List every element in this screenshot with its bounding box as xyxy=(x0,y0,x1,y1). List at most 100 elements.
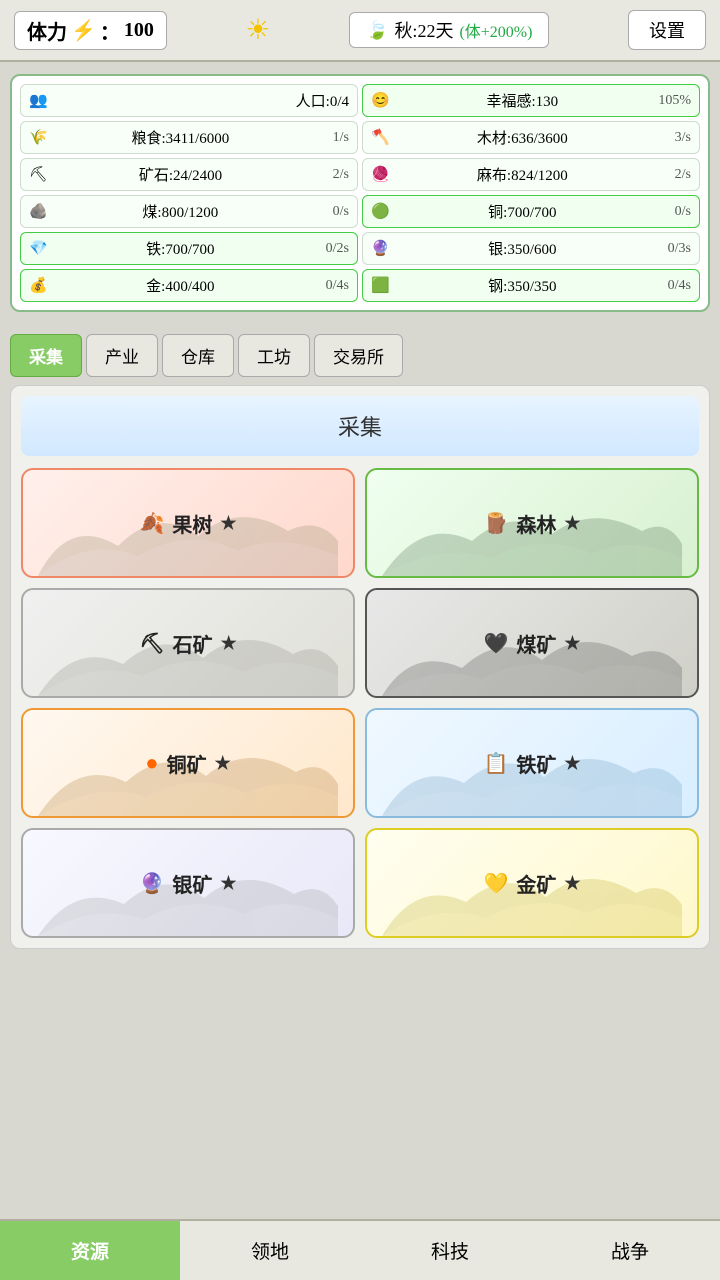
wood-value: 木材:636/3600 xyxy=(477,127,568,148)
forest-card-content: 🪵 森林 ★ xyxy=(483,509,580,538)
gold-rate: 0/4s xyxy=(313,278,349,294)
stamina-box: 体力 ⚡ ： 100 xyxy=(14,11,167,50)
resource-happiness: 😊 幸福感:130 105% xyxy=(362,84,700,117)
copper-value: 铜:700/700 xyxy=(488,201,556,222)
silver-mine-icon: 🔮 xyxy=(139,871,164,896)
coal-card-content: 🖤 煤矿 ★ xyxy=(483,629,580,658)
settings-button[interactable]: 设置 xyxy=(628,10,706,50)
cloth-value: 麻布:824/1200 xyxy=(477,164,568,185)
card-stone[interactable]: ⛏ 石矿 ★ xyxy=(21,588,355,698)
stone-label: 石矿 xyxy=(173,629,213,658)
stone-card-content: ⛏ 石矿 ★ xyxy=(139,629,237,658)
cloth-icon: 🧶 xyxy=(371,165,390,184)
cloth-rate: 2/s xyxy=(655,167,691,183)
card-silver[interactable]: 🔮 银矿 ★ xyxy=(21,828,355,938)
season-text: 秋:22天 xyxy=(394,17,453,43)
iron-label: 铁矿 xyxy=(516,749,556,778)
forest-icon: 🪵 xyxy=(483,511,508,536)
happiness-label: 幸福感:130 xyxy=(487,90,559,111)
fruit-icon: 🍂 xyxy=(139,511,164,536)
resource-ore: ⛏ 矿石:24/2400 2/s xyxy=(20,158,358,191)
stone-icon: ⛏ xyxy=(139,631,164,656)
ore-value: 矿石:24/2400 xyxy=(139,164,222,185)
top-bar: 体力 ⚡ ： 100 ☀ 🍃 秋:22天 (体+200%) 设置 xyxy=(0,0,720,62)
copper-star: ★ xyxy=(215,753,231,774)
happiness-icon: 😊 xyxy=(371,91,390,110)
section-title: 采集 xyxy=(21,396,699,456)
coal-mine-icon: 🖤 xyxy=(483,631,508,656)
gold-label: 金矿 xyxy=(516,869,556,898)
iron-rate: 0/2s xyxy=(313,241,349,257)
population-icon: 👥 xyxy=(29,91,48,110)
food-icon: 🌾 xyxy=(29,128,48,147)
silver-label: 银矿 xyxy=(172,869,212,898)
resource-food: 🌾 粮食:3411/6000 1/s xyxy=(20,121,358,154)
resource-copper: 🟢 铜:700/700 0/s xyxy=(362,195,700,228)
iron-icon: 💎 xyxy=(29,239,48,258)
copper-label: 铜矿 xyxy=(167,749,207,778)
tab-warehouse[interactable]: 仓库 xyxy=(162,334,234,377)
card-coal[interactable]: 🖤 煤矿 ★ xyxy=(365,588,699,698)
tab-workshop[interactable]: 工坊 xyxy=(238,334,310,377)
cards-grid: 🍂 果树 ★ 🪵 森林 ★ ⛏ 石矿 xyxy=(21,468,699,938)
tabs-bar: 采集 产业 仓库 工坊 交易所 xyxy=(0,324,720,377)
resource-cloth: 🧶 麻布:824/1200 2/s xyxy=(362,158,700,191)
fruit-star: ★ xyxy=(220,513,236,534)
season-box: 🍃 秋:22天 (体+200%) xyxy=(349,12,549,48)
coal-icon: 🪨 xyxy=(29,202,48,221)
card-forest[interactable]: 🪵 森林 ★ xyxy=(365,468,699,578)
nav-science[interactable]: 科技 xyxy=(360,1221,540,1280)
steel-rate: 0/4s xyxy=(655,278,691,294)
iron-value: 铁:700/700 xyxy=(146,238,214,259)
silver-rate: 0/3s xyxy=(655,241,691,257)
card-fruit[interactable]: 🍂 果树 ★ xyxy=(21,468,355,578)
coal-rate: 0/s xyxy=(313,204,349,220)
silver-value: 银:350/600 xyxy=(488,238,556,259)
steel-value: 钢:350/350 xyxy=(488,275,556,296)
tab-exchange[interactable]: 交易所 xyxy=(314,334,403,377)
nav-war[interactable]: 战争 xyxy=(540,1221,720,1280)
resource-steel: 🟩 钢:350/350 0/4s xyxy=(362,269,700,302)
coal-star: ★ xyxy=(564,633,580,654)
card-iron[interactable]: 📋 铁矿 ★ xyxy=(365,708,699,818)
coal-label: 煤矿 xyxy=(516,629,556,658)
card-copper[interactable]: ● 铜矿 ★ xyxy=(21,708,355,818)
resource-grid: 👥 人口:0/4 😊 幸福感:130 105% 🌾 粮食:3411/6000 1… xyxy=(20,84,700,302)
forest-star: ★ xyxy=(564,513,580,534)
steel-icon: 🟩 xyxy=(371,276,390,295)
copper-rate: 0/s xyxy=(655,204,691,220)
bolt-icon: ⚡ xyxy=(71,18,96,43)
wood-icon: 🪓 xyxy=(371,128,390,147)
sun-icon: ☀ xyxy=(245,13,270,47)
resource-iron: 💎 铁:700/700 0/2s xyxy=(20,232,358,265)
gold-value: 金:400/400 xyxy=(146,275,214,296)
season-leaf-icon: 🍃 xyxy=(366,20,388,41)
copper-icon: 🟢 xyxy=(371,202,390,221)
resource-gold: 💰 金:400/400 0/4s xyxy=(20,269,358,302)
main-content: 采集 🍂 果树 ★ 🪵 森林 ★ xyxy=(10,385,710,949)
stamina-label: 体力 xyxy=(27,16,67,45)
tab-industry[interactable]: 产业 xyxy=(86,334,158,377)
nav-territory[interactable]: 领地 xyxy=(180,1221,360,1280)
population-value: 人口:0/4 xyxy=(296,90,349,111)
gold-card-content: 💛 金矿 ★ xyxy=(483,869,580,898)
happiness-rate: 105% xyxy=(655,93,691,109)
silver-icon: 🔮 xyxy=(371,239,390,258)
nav-resources[interactable]: 资源 xyxy=(0,1221,180,1280)
iron-star: ★ xyxy=(564,753,580,774)
iron-mine-icon: 📋 xyxy=(483,751,508,776)
resource-coal: 🪨 煤:800/1200 0/s xyxy=(20,195,358,228)
season-bonus: (体+200%) xyxy=(459,18,532,42)
copper-card-content: ● 铜矿 ★ xyxy=(145,749,230,778)
bottom-nav: 资源 领地 科技 战争 xyxy=(0,1219,720,1280)
tab-gather[interactable]: 采集 xyxy=(10,334,82,377)
silver-star: ★ xyxy=(220,873,236,894)
gold-star: ★ xyxy=(564,873,580,894)
fruit-card-content: 🍂 果树 ★ xyxy=(139,509,236,538)
fruit-label: 果树 xyxy=(172,509,212,538)
card-gold[interactable]: 💛 金矿 ★ xyxy=(365,828,699,938)
resource-panel: 👥 人口:0/4 😊 幸福感:130 105% 🌾 粮食:3411/6000 1… xyxy=(10,74,710,312)
silver-card-content: 🔮 银矿 ★ xyxy=(139,869,236,898)
ore-icon: ⛏ xyxy=(29,165,48,184)
resource-silver: 🔮 银:350/600 0/3s xyxy=(362,232,700,265)
